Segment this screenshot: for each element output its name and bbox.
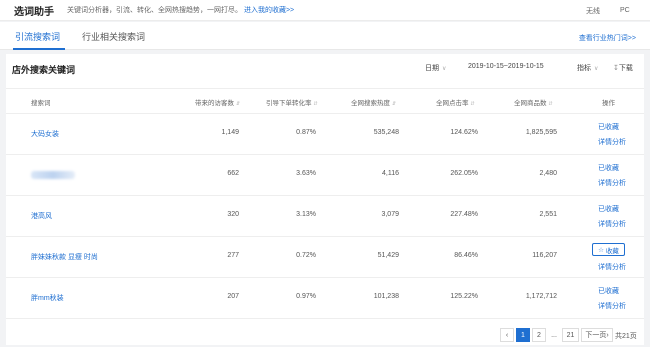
favorite-button-label: 收藏 <box>605 247 619 255</box>
keyword-link[interactable]: 大码女装 <box>31 129 59 139</box>
table-row: 胖mm秋装 207 0.97% 101,238 125.22% 1,172,71… <box>6 278 644 319</box>
sort-icon: ⇵ <box>548 101 553 107</box>
detail-analysis-link[interactable]: 详情分析 <box>598 178 626 188</box>
chevron-down-icon: ∨ <box>594 66 599 72</box>
items-value: 2,551 <box>539 211 557 218</box>
date-range: 2019-10-15~2019-10-15 <box>468 63 544 70</box>
favorite-status-link[interactable]: 已收藏 <box>598 163 619 173</box>
conversion-value: 3.63% <box>296 170 316 177</box>
tab-traffic-keywords[interactable]: 引流搜索词 <box>15 30 60 43</box>
keyword-link[interactable]: 港高风 <box>31 211 52 221</box>
ctr-value: 262.05% <box>450 170 478 177</box>
column-header-search-heat[interactable]: 全网搜索热度 ⇵ <box>351 97 396 107</box>
conversion-value: 3.13% <box>296 211 316 218</box>
detail-analysis-link[interactable]: 详情分析 <box>598 137 626 147</box>
tagline: 关键词分析器，引流、转化、全网热搜趋势，一网打尽。 进入我的收藏>> <box>67 5 294 15</box>
favorite-status-link[interactable]: 已收藏 <box>598 286 619 296</box>
my-favorites-link[interactable]: 进入我的收藏>> <box>244 7 294 14</box>
items-value: 2,480 <box>539 170 557 177</box>
ctr-value: 227.48% <box>450 211 478 218</box>
keyword-link[interactable]: 胖妹妹秋款 显瘦 时尚 <box>31 252 98 262</box>
download-label: 下载 <box>618 65 633 72</box>
indicator-label: 指标 <box>577 65 591 72</box>
prev-page-button[interactable]: ‹ <box>500 328 514 342</box>
conversion-value: 0.72% <box>296 252 316 259</box>
column-header-ctr[interactable]: 全网点击率 ⇵ <box>436 97 475 107</box>
tagline-text: 关键词分析器，引流、转化、全网热搜趋势，一网打尽。 <box>67 7 242 14</box>
total-pages: 共21页 <box>615 333 637 340</box>
top-bar: 选词助手 关键词分析器，引流、转化、全网热搜趋势，一网打尽。 进入我的收藏>> … <box>0 0 650 21</box>
sort-icon: ⇵ <box>470 101 475 107</box>
column-header-label: 带来的访客数 <box>195 100 234 107</box>
keyword-panel: 店外搜索关键词 日期 ∨ 2019-10-15~2019-10-15 指标 ∨ ↧下… <box>6 54 644 345</box>
next-page-button[interactable]: 下一页› <box>581 328 613 342</box>
visitors-value: 207 <box>227 293 239 300</box>
column-header-label: 全网点击率 <box>436 100 469 107</box>
page-ellipsis: ... <box>551 331 557 339</box>
page-button-21[interactable]: 21 <box>562 328 579 342</box>
favorite-status-link[interactable]: 已收藏 <box>598 122 619 132</box>
indicator-selector[interactable]: 指标 ∨ <box>577 63 598 73</box>
column-header-keyword: 搜索词 <box>31 100 51 107</box>
column-header-actions: 操作 <box>602 100 615 107</box>
table-row: 大码女装 1,149 0.87% 535,248 124.62% 1,825,5… <box>6 114 644 155</box>
chevron-down-icon: ∨ <box>442 66 447 72</box>
date-label: 日期 <box>425 65 439 72</box>
search-heat-value: 4,116 <box>382 170 399 177</box>
detail-analysis-link[interactable]: 详情分析 <box>598 219 626 229</box>
table-row: 胖妹妹秋款 显瘦 时尚 277 0.72% 51,429 86.46% 116,… <box>6 237 644 278</box>
page-button-1[interactable]: 1 <box>516 328 530 342</box>
section-title: 店外搜索关键词 <box>12 65 76 75</box>
platform-wireless[interactable]: 无线 <box>586 6 600 16</box>
items-value: 1,825,595 <box>525 129 557 136</box>
industry-hot-words-link[interactable]: 查看行业热门词>> <box>579 33 636 43</box>
sort-icon: ⇵ <box>236 101 241 107</box>
ctr-value: 124.62% <box>450 129 478 136</box>
column-header-conversion[interactable]: 引导下单转化率 ⇵ <box>266 97 318 107</box>
download-button[interactable]: ↧下载 <box>613 63 633 73</box>
app-title: 选词助手 <box>14 6 54 18</box>
active-tab-indicator <box>13 48 65 50</box>
detail-analysis-link[interactable]: 详情分析 <box>598 301 626 311</box>
column-header-label: 全网搜索热度 <box>351 100 390 107</box>
search-heat-value: 101,238 <box>373 293 399 300</box>
items-value: 1,172,712 <box>525 293 557 300</box>
column-header-items[interactable]: 全网商品数 ⇵ <box>514 97 553 107</box>
sort-icon: ⇵ <box>313 101 318 107</box>
column-header-visitors[interactable]: 带来的访客数 ⇵ <box>195 97 240 107</box>
visitors-value: 1,149 <box>221 129 239 136</box>
conversion-value: 0.87% <box>296 129 316 136</box>
detail-analysis-link[interactable]: 详情分析 <box>598 262 626 272</box>
platform-pc[interactable]: PC <box>620 7 630 14</box>
search-heat-value: 51,429 <box>377 252 399 259</box>
keyword-link[interactable]: 胖mm秋装 <box>31 293 64 303</box>
table-row: 662 3.63% 4,116 262.05% 2,480 已收藏 详情分析 <box>6 155 644 196</box>
blurred-keyword <box>31 171 75 179</box>
tab-industry-keywords[interactable]: 行业相关搜索词 <box>82 30 145 43</box>
search-heat-value: 3,079 <box>381 211 399 218</box>
visitors-value: 662 <box>227 170 239 177</box>
sort-icon: ⇵ <box>392 101 397 107</box>
search-heat-value: 535,248 <box>373 129 399 136</box>
visitors-value: 320 <box>227 211 239 218</box>
date-selector[interactable]: 日期 ∨ <box>425 63 446 73</box>
column-header-label: 全网商品数 <box>514 100 547 107</box>
table-header: 搜索词 带来的访客数 ⇵ 引导下单转化率 ⇵ 全网搜索热度 ⇵ 全网点击率 ⇵ 全网商品… <box>6 88 644 114</box>
column-header-label: 引导下单转化率 <box>266 100 312 107</box>
tab-bar: 引流搜索词 行业相关搜索词 查看行业热门词>> <box>0 22 650 50</box>
table-row: 港高风 320 3.13% 3,079 227.48% 2,551 已收藏 详情… <box>6 196 644 237</box>
favorite-button[interactable]: ☆ 收藏 <box>592 243 625 256</box>
favorite-status-link[interactable]: 已收藏 <box>598 204 619 214</box>
star-icon: ☆ <box>598 246 604 254</box>
ctr-value: 125.22% <box>450 293 478 300</box>
items-value: 116,207 <box>532 252 557 259</box>
visitors-value: 277 <box>227 252 239 259</box>
conversion-value: 0.97% <box>296 293 316 300</box>
ctr-value: 86.46% <box>454 252 478 259</box>
page-button-2[interactable]: 2 <box>532 328 546 342</box>
